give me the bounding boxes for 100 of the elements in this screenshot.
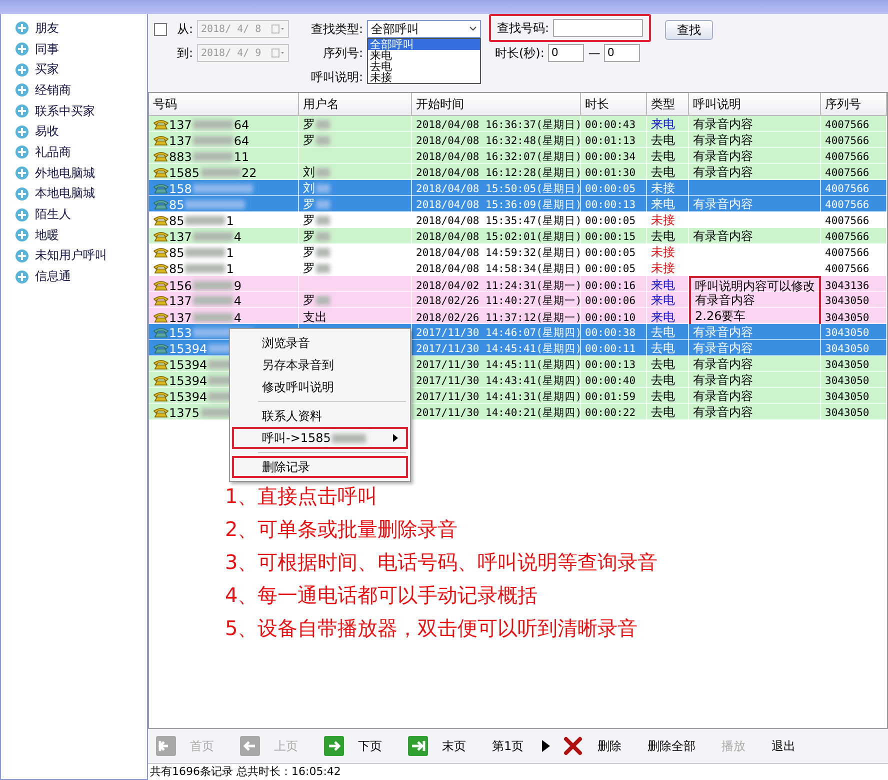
table-row[interactable]: 883 11 2018/04/08 16:32:07(星期日) 00:00:34 去电 有录音内容 4007566 <box>149 148 887 164</box>
number-text: 137 <box>169 294 192 308</box>
phone-icon <box>153 312 169 323</box>
date-checkbox[interactable] <box>154 22 167 36</box>
column-header[interactable]: 呼叫说明 <box>689 93 821 115</box>
number-text: 85 <box>169 214 184 228</box>
user-text: 罗 <box>303 116 315 133</box>
calendar-icon <box>271 24 285 34</box>
type-select[interactable]: 全部呼叫 <box>367 20 481 38</box>
plus-icon <box>15 166 29 180</box>
sidebar-item[interactable]: 未知用户呼叫 <box>15 246 147 266</box>
sidebar-item[interactable]: 朋友 <box>15 18 147 39</box>
sidebar-item[interactable]: 经销商 <box>15 80 147 101</box>
sidebar-label: 经销商 <box>35 82 71 99</box>
masked-digits <box>192 296 233 305</box>
type-label: 查找类型: <box>310 20 363 38</box>
sidebar-item[interactable]: 外地电脑城 <box>15 162 147 184</box>
plus-icon <box>15 208 29 222</box>
column-header[interactable]: 用户名 <box>299 93 412 115</box>
table-row[interactable]: 137 4 罗 2018/04/08 15:02:01(星期日) 00:00:15 去电 有录音内容 4007566 <box>149 228 887 244</box>
plus-icon <box>15 62 29 77</box>
duration-field[interactable]: 0 <box>604 44 640 62</box>
masked-digits <box>192 120 233 129</box>
nav-button[interactable]: 下页 <box>324 736 382 756</box>
column-header[interactable]: 类型 <box>647 93 689 115</box>
table-row[interactable]: 156 9 2018/04/02 11:24:31(星期一) 00:00:16 来电 呼叫说明内容可以修改 3043136 <box>149 276 887 292</box>
annotation-text: 5、设备自带播放器，双击便可以听到清晰录音 <box>225 617 639 639</box>
table-cell: 3043050 <box>821 404 887 421</box>
plus-icon <box>15 42 29 56</box>
number-text: 85 <box>169 198 184 212</box>
phone-icon <box>153 407 169 418</box>
to-label: 到: <box>176 44 193 62</box>
play-arrow-icon[interactable] <box>542 740 550 752</box>
nav-button[interactable]: 末页 <box>408 736 466 756</box>
status-bar: 共有1696条记录 总共时长：16:05:42 <box>148 763 888 780</box>
number-text: 11 <box>234 150 250 164</box>
table-row[interactable]: 137 64 罗 2018/04/08 16:32:48(星期日) 00:01:13 去电 有录音内容 4007566 <box>149 132 887 148</box>
plus-icon <box>15 21 29 36</box>
number-text: 22 <box>242 166 257 180</box>
column-header[interactable]: 开始时间 <box>412 93 581 115</box>
sidebar-item[interactable]: 买家 <box>15 59 147 80</box>
toolbar-button[interactable]: 第1页 <box>492 738 524 754</box>
sidebar-item[interactable]: 礼品商 <box>15 142 147 163</box>
first-page-icon <box>156 736 176 756</box>
sidebar-label: 陌生人 <box>35 206 71 224</box>
sidebar-item[interactable]: 同事 <box>15 38 147 60</box>
calendar-icon <box>271 48 285 58</box>
delete-button[interactable]: 删除 <box>562 735 622 757</box>
table-row[interactable]: 1585 22 刘 2018/04/08 16:12:28(星期日) 00:01:30 去电 有录音内容 4007566 <box>149 164 887 180</box>
masked-digits <box>185 216 226 225</box>
toolbar-button[interactable]: 退出 <box>772 738 796 754</box>
dropdown-option[interactable]: 全部呼叫 <box>368 39 480 50</box>
menu-item[interactable]: 呼叫->1585 <box>232 427 408 449</box>
masked-digits <box>185 264 226 273</box>
search-button[interactable]: 查找 <box>665 20 714 40</box>
sidebar-item[interactable]: 易收 <box>15 121 147 142</box>
table-row[interactable]: 137 64 罗 2018/04/08 16:36:37(星期日) 00:00:43 来电 有录音内容 4007566 <box>149 116 887 132</box>
sidebar-label: 外地电脑城 <box>35 164 95 182</box>
number-text: 137 <box>169 310 192 324</box>
table-row[interactable]: 137 4 支出 2018/02/26 11:37:12(星期一) 00:00:10 来电 2.26要车 3043050 <box>149 308 887 324</box>
plus-icon <box>15 248 29 263</box>
table-cell: 去电 <box>647 404 689 421</box>
number-text: 85 <box>169 246 184 260</box>
plus-icon <box>15 270 29 284</box>
number-text: 64 <box>234 134 250 148</box>
number-text: 1375 <box>169 406 200 420</box>
column-header[interactable]: 时长 <box>581 93 647 115</box>
sidebar-label: 联系中买家 <box>35 102 95 120</box>
number-label: 查找号码: <box>497 20 550 36</box>
number-text: 64 <box>234 118 250 132</box>
last-page-icon <box>408 736 428 756</box>
toolbar-button[interactable]: 删除全部 <box>648 738 696 754</box>
sidebar-label: 信息通 <box>35 268 71 286</box>
sidebar-item[interactable]: 信息通 <box>15 266 147 287</box>
duration-label: 时长(秒): <box>495 44 544 62</box>
sidebar-item[interactable]: 地暖 <box>15 224 147 246</box>
delete-icon <box>562 735 584 757</box>
from-label: 从: <box>176 20 193 38</box>
masked-digits <box>192 184 253 193</box>
sidebar-item[interactable]: 本地电脑城 <box>15 184 147 204</box>
serial-label: 序列号: <box>322 44 363 62</box>
menu-item[interactable]: 删除记录 <box>232 456 408 478</box>
masked-digits <box>185 248 226 257</box>
phone-icon <box>153 327 169 338</box>
masked-digits <box>192 281 233 290</box>
phone-icon <box>153 167 169 178</box>
phone-icon <box>153 391 169 402</box>
column-header[interactable]: 序列号 <box>821 93 887 115</box>
column-header[interactable]: 号码 <box>149 93 299 115</box>
sidebar-label: 易收 <box>35 123 59 140</box>
sidebar-item[interactable]: 联系中买家 <box>15 100 147 122</box>
number-text: 156 <box>169 278 192 292</box>
sidebar-item[interactable]: 陌生人 <box>15 204 147 225</box>
number-text: 883 <box>169 150 192 164</box>
number-field[interactable] <box>553 19 644 37</box>
phone-icon <box>153 343 169 354</box>
duration-field[interactable]: 0 <box>548 44 584 62</box>
annotation-text: 3、可根据时间、电话号码、呼叫说明等查询录音 <box>225 551 659 573</box>
table-row[interactable]: 137 4 罗 2018/02/26 11:40:27(星期一) 00:00:06 来电 有录音内容 3043050 <box>149 292 887 308</box>
plus-icon <box>15 228 29 242</box>
